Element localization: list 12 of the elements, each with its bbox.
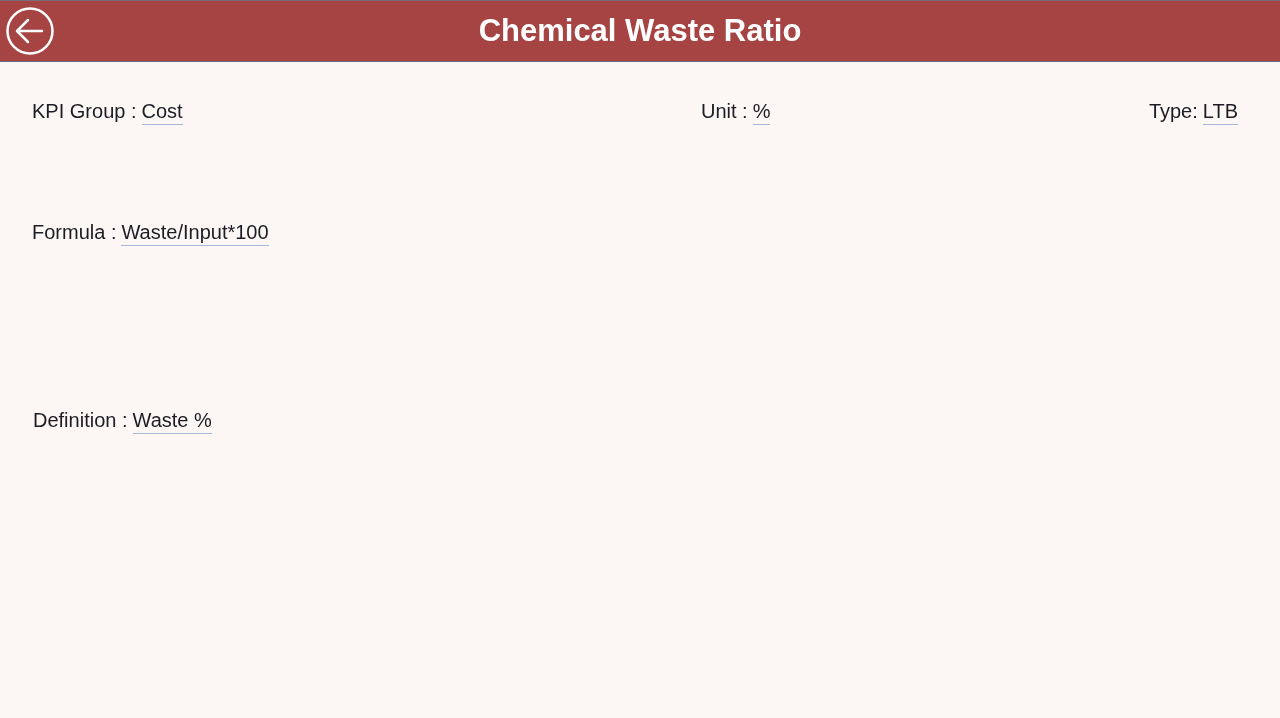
- field-value: Waste/Input*100: [121, 221, 269, 246]
- back-button[interactable]: [6, 7, 54, 55]
- field-label: Type:: [1148, 100, 1198, 123]
- field-label: Unit :: [701, 100, 748, 123]
- field-label: Formula :: [32, 221, 117, 244]
- field-value: %: [752, 100, 771, 125]
- page-title: Chemical Waste Ratio: [477, 13, 803, 49]
- field-value: Cost: [141, 100, 183, 125]
- field-label: KPI Group :: [32, 100, 137, 123]
- field-value: Waste %: [132, 409, 212, 434]
- field-value: LTB: [1202, 100, 1238, 125]
- field-label: Definition :: [33, 409, 128, 432]
